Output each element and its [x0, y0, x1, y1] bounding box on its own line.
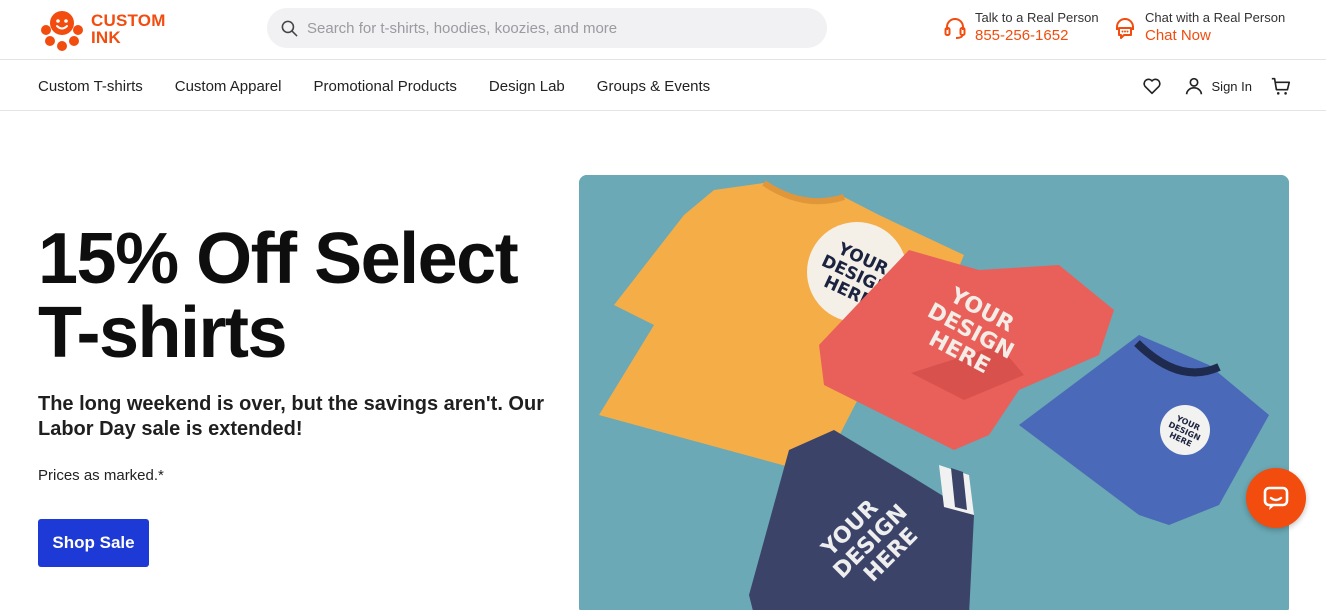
- nav-item-custom-apparel[interactable]: Custom Apparel: [175, 78, 282, 95]
- top-bar: CUSTOM INK Talk to a Real Person 855-256…: [0, 0, 1326, 60]
- nav-links: Custom T-shirts Custom Apparel Promotion…: [38, 61, 742, 111]
- headset-icon: [944, 18, 966, 39]
- phone-label: Talk to a Real Person: [975, 10, 1099, 25]
- chat-contact[interactable]: Chat with a Real Person Chat Now: [1113, 9, 1285, 46]
- nav-item-promotional-products[interactable]: Promotional Products: [313, 78, 456, 95]
- favorites-button[interactable]: [1141, 75, 1163, 97]
- nav-actions: Sign In: [1141, 61, 1292, 111]
- chat-widget-button[interactable]: [1246, 468, 1306, 528]
- search-input[interactable]: [307, 19, 807, 37]
- hero-subtitle: The long weekend is over, but the saving…: [38, 393, 544, 440]
- chat-bubble-icon: [1263, 486, 1289, 510]
- chat-now-link[interactable]: Chat Now: [1145, 26, 1285, 46]
- sign-in-label: Sign In: [1211, 78, 1252, 94]
- cart-button[interactable]: [1270, 75, 1292, 97]
- phone-contact[interactable]: Talk to a Real Person 855-256-1652: [943, 9, 1099, 46]
- logo-line-1: CUSTOM: [91, 11, 166, 30]
- search-bar[interactable]: [267, 8, 827, 48]
- hero-title: 15% Off Select T-shirts: [38, 219, 519, 373]
- t-shirts-photo: YOUR DESIGN HERE YOUR DESIGN HERE YOUR D…: [579, 175, 1289, 610]
- nav-item-design-lab[interactable]: Design Lab: [489, 78, 565, 95]
- octopus-logo-icon: [41, 11, 83, 51]
- hero-note: Prices as marked.*: [38, 467, 164, 484]
- phone-number[interactable]: 855-256-1652: [975, 26, 1099, 46]
- main-nav: Custom T-shirts Custom Apparel Promotion…: [0, 61, 1326, 111]
- chat-icon: [1116, 18, 1134, 39]
- user-icon: [1185, 77, 1202, 95]
- logo-line-2: INK: [91, 28, 121, 47]
- chat-label: Chat with a Real Person: [1145, 10, 1286, 25]
- custom-ink-logo[interactable]: CUSTOM INK: [37, 5, 177, 53]
- nav-item-groups-events[interactable]: Groups & Events: [597, 78, 710, 95]
- sign-in-button[interactable]: Sign In: [1183, 75, 1252, 97]
- search-icon: [281, 20, 298, 36]
- hero-image[interactable]: YOUR DESIGN HERE YOUR DESIGN HERE YOUR D…: [579, 175, 1289, 610]
- heart-icon: [1142, 78, 1161, 95]
- cart-icon: [1271, 77, 1291, 95]
- nav-item-custom-t-shirts[interactable]: Custom T-shirts: [38, 78, 143, 95]
- logo-text: CUSTOM INK: [91, 12, 166, 46]
- shop-sale-button[interactable]: Shop Sale: [38, 519, 149, 567]
